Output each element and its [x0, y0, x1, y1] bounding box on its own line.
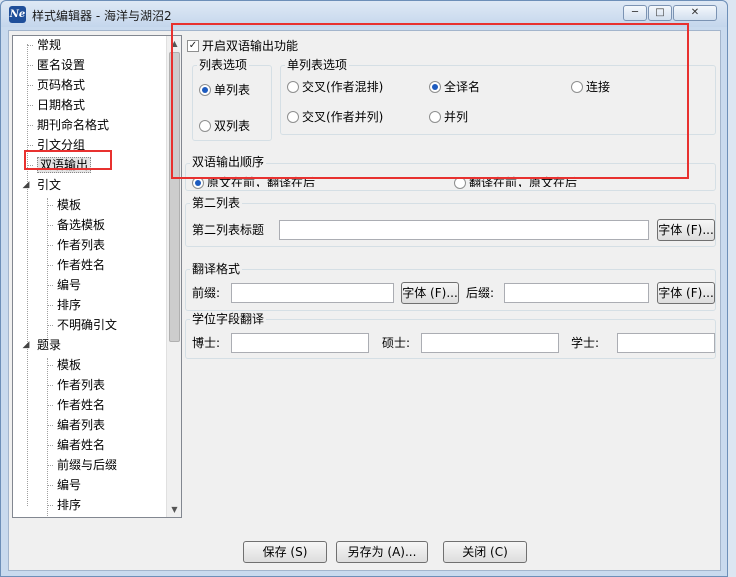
annotation-highlight-tree-item: [24, 150, 112, 170]
prefix-label: 前缀:: [192, 286, 221, 300]
master-label: 硕士:: [382, 336, 411, 350]
tree-item-bib-template[interactable]: 模板: [47, 356, 81, 374]
tree-item-label: 备选模板: [57, 218, 106, 232]
tree-item-bib-numbering[interactable]: 编号: [47, 476, 81, 494]
tree-item-label: 作者姓名: [57, 258, 106, 272]
tree-item-label: 日期格式: [37, 98, 86, 112]
second-list-title-input[interactable]: [279, 220, 649, 240]
translation-format-title: 翻译格式: [190, 262, 243, 276]
collapse-arrow-icon[interactable]: ◢: [21, 336, 31, 354]
tree-item-journal-format[interactable]: 期刊命名格式: [27, 116, 109, 134]
tree-item-label: 期刊命名格式: [37, 118, 110, 132]
tree-item-label: 编者列表: [57, 418, 106, 432]
suffix-input[interactable]: [504, 283, 649, 303]
tree-item-alt-template[interactable]: 备选模板: [47, 216, 105, 234]
second-list-font-button[interactable]: 字体 (F)...: [657, 219, 715, 241]
tree-item-bib-author-name[interactable]: 作者姓名: [47, 396, 105, 414]
degree-translation-title: 学位字段翻译: [190, 312, 267, 326]
collapse-arrow-icon[interactable]: ◢: [21, 176, 31, 194]
second-list-title-label: 第二列表标题: [192, 223, 265, 237]
tree-item-label: 常规: [37, 38, 62, 52]
tree-item-label: 题录: [37, 338, 62, 352]
master-input[interactable]: [421, 333, 559, 353]
tree-item-numbering[interactable]: 编号: [47, 276, 81, 294]
tree-item-date-format[interactable]: 日期格式: [27, 96, 85, 114]
dialog-client-area: 常规 匿名设置 页码格式 日期格式 期刊命名格式 引文分组 双语输出 ◢ 引文 模…: [8, 23, 721, 571]
app-logo-icon: Ne: [9, 6, 26, 23]
tree-item-prefix-suffix[interactable]: 前缀与后缀: [47, 456, 117, 474]
minimize-button[interactable]: ─: [623, 5, 647, 21]
suffix-label: 后缀:: [466, 286, 495, 300]
tree-item-sorting[interactable]: 排序: [47, 296, 81, 314]
tree-item-label: 引文: [37, 178, 62, 192]
tree-item-page-format[interactable]: 页码格式: [27, 76, 85, 94]
close-button[interactable]: 关闭 (C): [443, 541, 527, 563]
bachelor-label: 学士:: [571, 336, 600, 350]
tree-item-anonymous[interactable]: 匿名设置: [27, 56, 85, 74]
annotation-highlight-box: [171, 23, 689, 179]
tree-item-bib-author-list[interactable]: 作者列表: [47, 376, 105, 394]
settings-tree: 常规 匿名设置 页码格式 日期格式 期刊命名格式 引文分组 双语输出 ◢ 引文 模…: [12, 35, 182, 518]
tree-item-label: 匿名设置: [37, 58, 86, 72]
save-as-button[interactable]: 另存为 (A)...: [336, 541, 428, 563]
tree-item-label: 作者姓名: [57, 398, 106, 412]
tree-item-general[interactable]: 常规: [27, 36, 61, 54]
tree-item-label: 前缀与后缀: [57, 458, 118, 472]
tree-item-citation-template[interactable]: 模板: [47, 196, 81, 214]
close-window-button[interactable]: ✕: [673, 5, 717, 21]
tree-item-label: 模板: [57, 198, 82, 212]
tree-item-citation[interactable]: ◢ 引文: [21, 176, 61, 194]
tree-item-label: 不明确引文: [57, 318, 118, 332]
tree-item-label: 页码格式: [37, 78, 86, 92]
tree-item-author-name[interactable]: 作者姓名: [47, 256, 105, 274]
second-list-title: 第二列表: [190, 196, 243, 210]
tree-item-bibliography[interactable]: ◢ 题录: [21, 336, 61, 354]
tree-item-label: 排序: [57, 498, 82, 512]
bachelor-input[interactable]: [617, 333, 715, 353]
doctor-label: 博士:: [192, 336, 221, 350]
save-button[interactable]: 保存 (S): [243, 541, 327, 563]
tree-item-author-list[interactable]: 作者列表: [47, 236, 105, 254]
tree-item-label: 作者列表: [57, 378, 106, 392]
doctor-input[interactable]: [231, 333, 369, 353]
tree-item-label: 编号: [57, 478, 82, 492]
tree-item-label: 编者姓名: [57, 438, 106, 452]
tree-item-label: 排序: [57, 298, 82, 312]
suffix-font-button[interactable]: 字体 (F)...: [657, 282, 715, 304]
tree-item-label: 作者列表: [57, 238, 106, 252]
scroll-down-icon[interactable]: ▼: [167, 502, 181, 517]
tree-item-label: 编号: [57, 278, 82, 292]
style-editor-window: Ne 样式编辑器 - 海洋与湖沼2 ─ □ ✕ 常规 匿名设置 页码格式 日期格…: [0, 0, 728, 577]
tree-item-ambiguous-citation[interactable]: 不明确引文: [47, 316, 117, 334]
tree-item-bib-sorting[interactable]: 排序: [47, 496, 81, 514]
tree-item-editor-list[interactable]: 编者列表: [47, 416, 105, 434]
tree-item-label: 模板: [57, 358, 82, 372]
tree-item-editor-name[interactable]: 编者姓名: [47, 436, 105, 454]
window-title: 样式编辑器 - 海洋与湖沼2: [32, 9, 172, 23]
maximize-button[interactable]: □: [648, 5, 672, 21]
prefix-font-button[interactable]: 字体 (F)...: [401, 282, 459, 304]
prefix-input[interactable]: [231, 283, 394, 303]
